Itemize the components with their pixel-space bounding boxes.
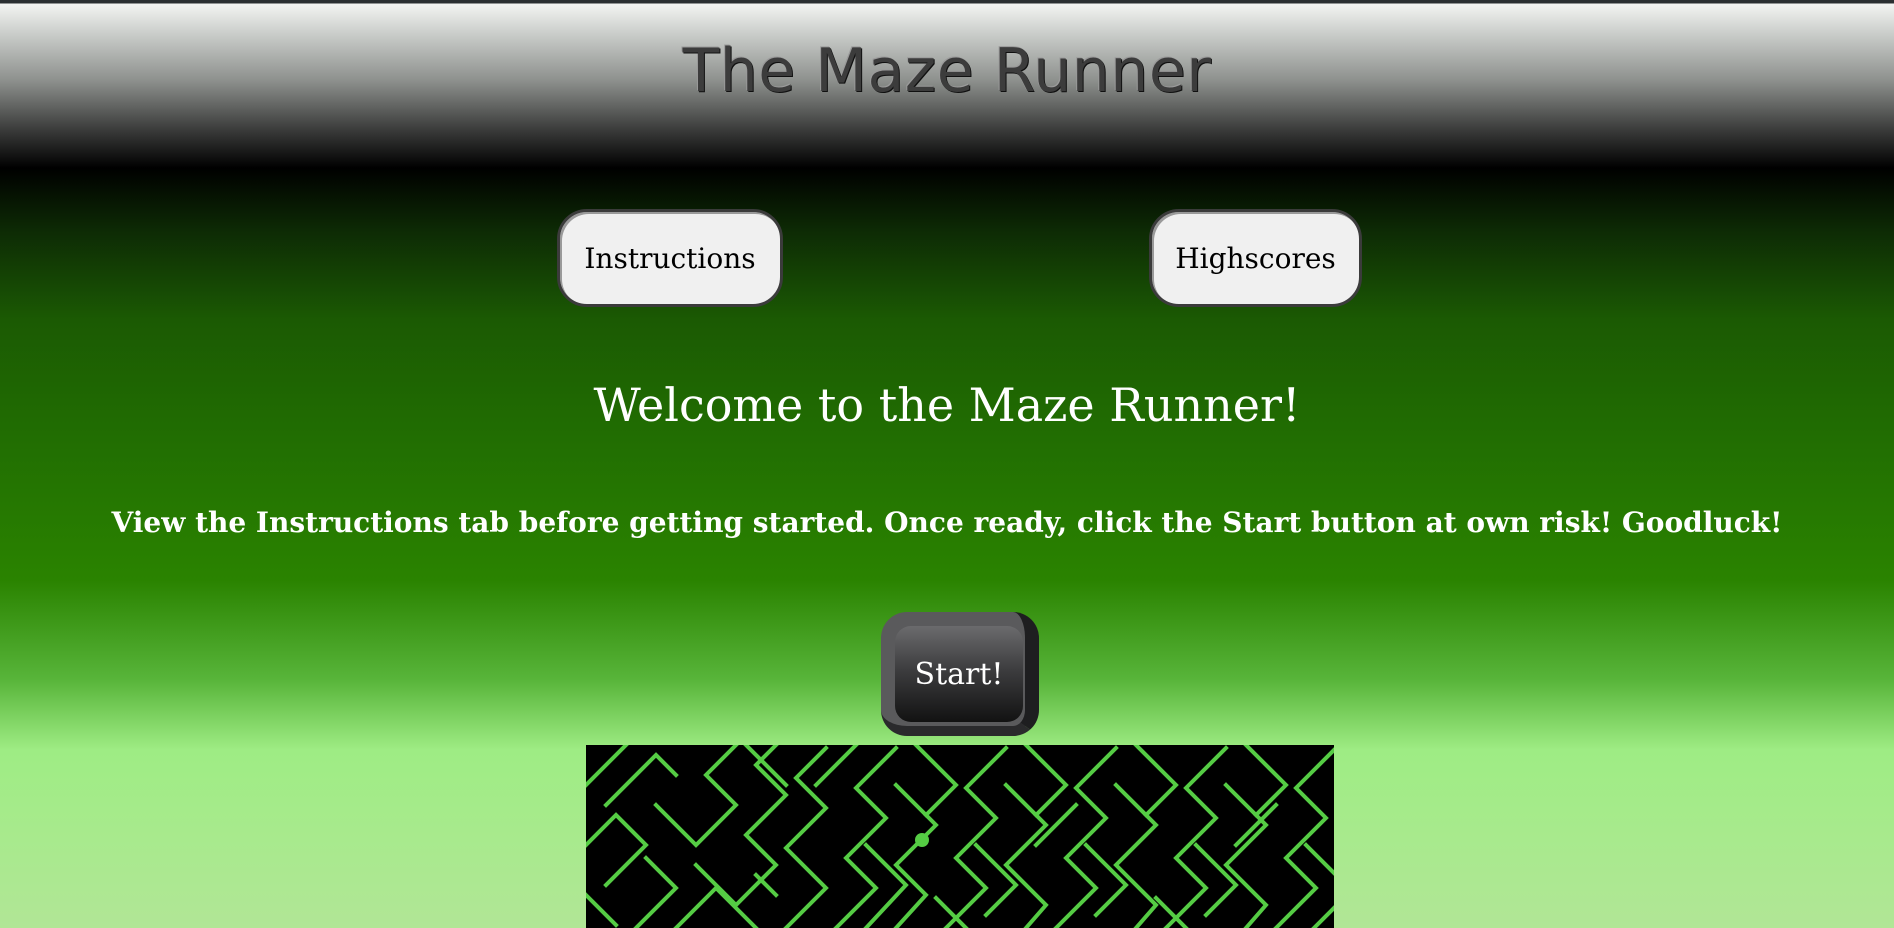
start-button-label: Start!	[914, 656, 1004, 692]
start-button-face: Start!	[895, 626, 1023, 722]
instructions-button-label: Instructions	[584, 241, 756, 275]
page-title: The Maze Runner	[682, 36, 1212, 106]
highscores-button-label: Highscores	[1175, 241, 1336, 275]
intro-text: View the Instructions tab before getting…	[111, 506, 1783, 539]
start-button[interactable]: Start!	[881, 612, 1039, 736]
welcome-heading: Welcome to the Maze Runner!	[593, 378, 1301, 432]
maze-canvas[interactable]	[586, 745, 1334, 928]
instructions-button[interactable]: Instructions	[557, 209, 783, 307]
highscores-button[interactable]: Highscores	[1149, 209, 1362, 307]
player-marker	[915, 833, 929, 847]
